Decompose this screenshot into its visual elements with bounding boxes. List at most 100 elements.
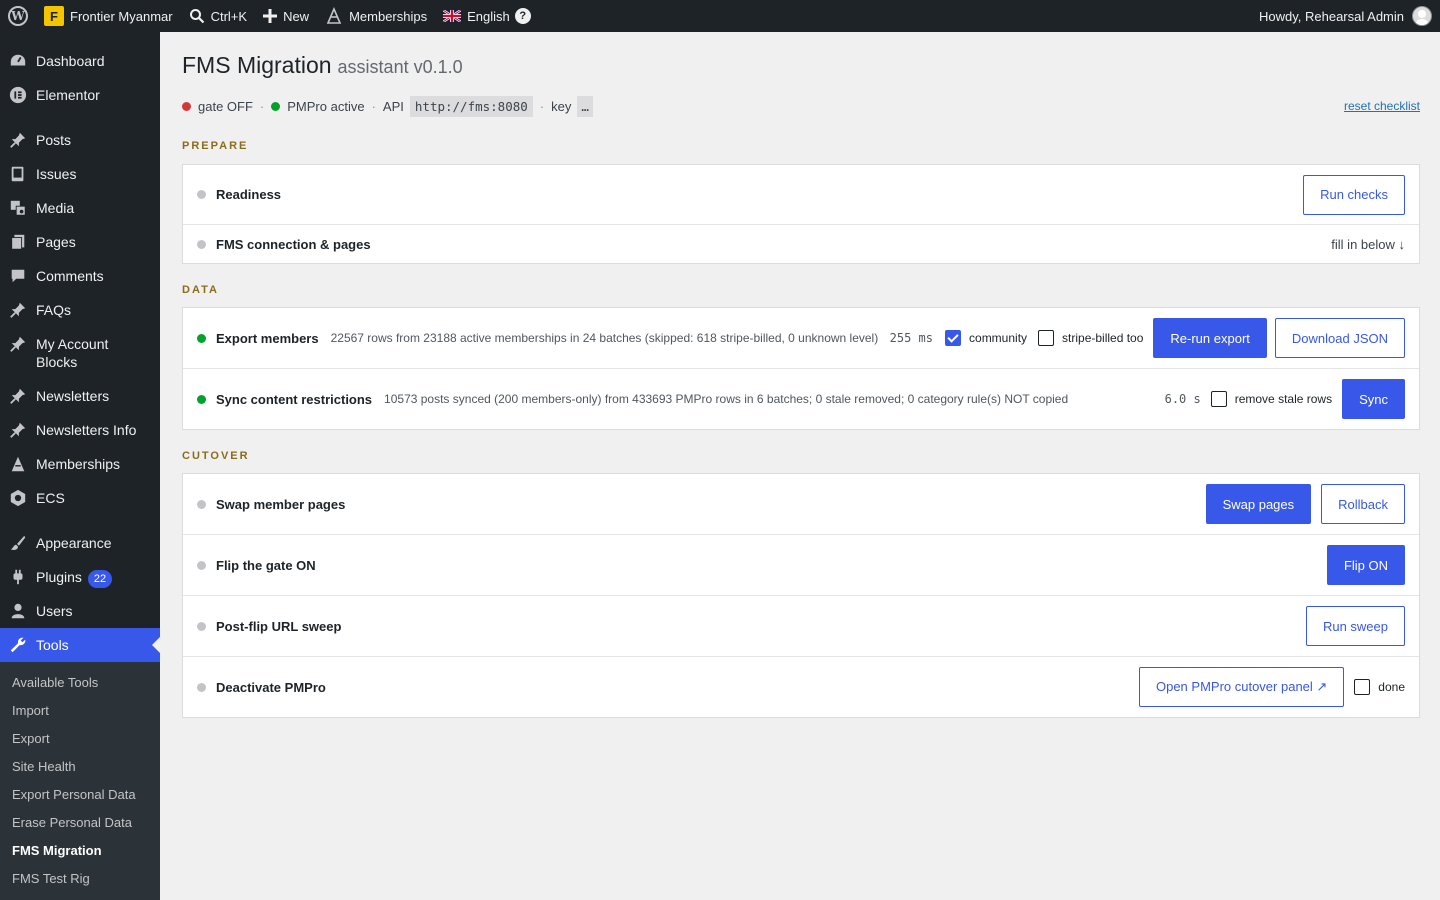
stripe-billed-checkbox[interactable] [1038, 330, 1055, 346]
done-checkbox[interactable] [1354, 679, 1371, 695]
sidebar-item-newsletters-info[interactable]: Newsletters Info [0, 413, 160, 447]
data-card: Export members 22567 rows from 23188 act… [182, 307, 1420, 430]
section-label-prepare: PREPARE [182, 140, 249, 152]
sidebar-item-tools[interactable]: Tools [0, 628, 160, 662]
step-title: Sync content restrictions [216, 391, 373, 407]
brush-icon [0, 526, 36, 552]
run-checks-button[interactable]: Run checks [1303, 174, 1405, 215]
step-title: Flip the gate ON [216, 557, 316, 573]
sidebar-item-newsletters[interactable]: Newsletters [0, 379, 160, 413]
step-row-fms-connection: FMS connection & pages fill in below ↓ [183, 225, 1419, 263]
main-content: FMS Migration assistant v0.1.0 gate OFF … [182, 32, 1420, 718]
run-sweep-button[interactable]: Run sweep [1305, 606, 1405, 646]
command-search-button[interactable]: Ctrl+K [181, 0, 255, 32]
remove-stale-checkbox[interactable] [1210, 391, 1227, 407]
status-bar: gate OFF · PMPro active · API http://fms… [182, 94, 1420, 118]
submenu-item-erase-personal-data[interactable]: Erase Personal Data [0, 809, 160, 837]
api-label: API [382, 98, 404, 114]
stripe-billed-option[interactable]: stripe-billed too [1038, 330, 1143, 346]
key-value: … [577, 95, 593, 117]
sidebar-item-comments[interactable]: Comments [0, 259, 160, 293]
sidebar-item-label: Media [36, 200, 75, 216]
prepare-card: Readiness Run checks FMS connection & pa… [182, 164, 1420, 264]
book-icon [0, 157, 36, 183]
sidebar-item-my-account-blocks[interactable]: My Account Blocks [0, 327, 160, 379]
sidebar-item-label: Tools [36, 637, 69, 653]
submenu-item-fms-test-rig[interactable]: FMS Test Rig [0, 865, 160, 893]
sidebar-item-label: Elementor [36, 87, 100, 103]
sidebar-item-memberships[interactable]: Memberships [0, 447, 160, 481]
submenu-item-import[interactable]: Import [0, 697, 160, 725]
community-checkbox[interactable] [945, 330, 962, 346]
sidebar-item-dashboard[interactable]: Dashboard [0, 44, 160, 78]
sidebar-item-media[interactable]: Media [0, 191, 160, 225]
done-option[interactable]: done [1354, 679, 1405, 695]
sidebar-item-label: Newsletters Info [36, 422, 137, 438]
community-checkbox-label: community [969, 331, 1028, 345]
page-header: FMS Migration assistant v0.1.0 [182, 52, 1420, 80]
reset-checklist-link[interactable]: reset checklist [1344, 99, 1420, 113]
step-title: Swap member pages [216, 496, 346, 512]
ecs-icon [0, 481, 36, 507]
separator: · [259, 98, 265, 114]
version-label: assistant v0.1.0 [337, 57, 463, 77]
sidebar-item-appearance[interactable]: Appearance [0, 526, 160, 560]
pin-icon [0, 293, 36, 319]
pmpro-status-dot [271, 101, 281, 111]
sidebar-item-ecs[interactable]: ECS [0, 481, 160, 515]
sidebar-item-users[interactable]: Users [0, 594, 160, 628]
step-status-dot [197, 333, 206, 343]
elementor-icon [0, 78, 36, 104]
step-row-flip-gate: Flip the gate ON Flip ON [183, 535, 1419, 596]
media-icon [0, 191, 36, 217]
wordpress-logo-icon: W [8, 6, 28, 26]
step-status-dot [197, 621, 206, 631]
submenu-item-site-health[interactable]: Site Health [0, 753, 160, 781]
site-name-link[interactable]: F Frontier Myanmar [36, 0, 181, 32]
submenu-item-export[interactable]: Export [0, 725, 160, 753]
account-menu[interactable]: Howdy, Rehearsal Admin [1251, 0, 1440, 32]
open-pmpro-cutover-panel-button[interactable]: Open PMPro cutover panel ↗ [1138, 667, 1345, 707]
page-title: FMS Migration [182, 52, 332, 78]
flip-on-button[interactable]: Flip ON [1326, 545, 1405, 585]
remove-stale-checkbox-label: remove stale rows [1234, 392, 1333, 406]
sidebar-item-pages[interactable]: Pages [0, 225, 160, 259]
sidebar-item-label: Posts [36, 132, 72, 148]
sync-button[interactable]: Sync [1342, 379, 1405, 419]
step-status-dot [197, 394, 206, 404]
step-status-dot [197, 239, 206, 249]
language-switcher[interactable]: English ? [435, 0, 539, 32]
download-json-button[interactable]: Download JSON [1274, 318, 1405, 358]
sidebar-item-label: Issues [36, 166, 77, 182]
memberships-icon [0, 447, 36, 473]
step-status-dot [197, 682, 206, 692]
submenu-item-export-personal-data[interactable]: Export Personal Data [0, 781, 160, 809]
sidebar-item-faqs[interactable]: FAQs [0, 293, 160, 327]
swap-pages-button[interactable]: Swap pages [1205, 484, 1312, 524]
sync-timing: 6.0 s [1164, 392, 1201, 406]
sidebar-item-issues[interactable]: Issues [0, 157, 160, 191]
sidebar-item-label: Appearance [36, 535, 112, 551]
help-icon[interactable]: ? [514, 8, 531, 24]
rerun-export-button[interactable]: Re-run export [1153, 318, 1267, 358]
sidebar-item-posts[interactable]: Posts [0, 123, 160, 157]
new-content-button[interactable]: New [255, 0, 317, 32]
language-label: English [467, 8, 510, 24]
step-title: Readiness [216, 187, 282, 202]
memberships-menu-button[interactable]: Memberships [317, 0, 435, 32]
gate-status-label: gate OFF [198, 98, 253, 114]
comment-icon [0, 259, 36, 285]
remove-stale-option[interactable]: remove stale rows [1210, 391, 1333, 407]
sidebar-item-plugins[interactable]: Plugins 22 [0, 560, 160, 594]
memberships-icon [325, 7, 343, 25]
submenu-item-fms-migration[interactable]: FMS Migration [0, 837, 160, 865]
site-logo-icon: F [44, 6, 64, 26]
wordpress-logo-button[interactable]: W [0, 0, 36, 32]
export-timing: 255 ms [889, 331, 934, 345]
sidebar-item-elementor[interactable]: Elementor [0, 78, 160, 112]
dashboard-icon [0, 44, 36, 70]
rollback-button[interactable]: Rollback [1321, 484, 1405, 524]
separator: · [539, 98, 545, 114]
community-option[interactable]: community [945, 330, 1027, 346]
submenu-item-available-tools[interactable]: Available Tools [0, 669, 160, 697]
